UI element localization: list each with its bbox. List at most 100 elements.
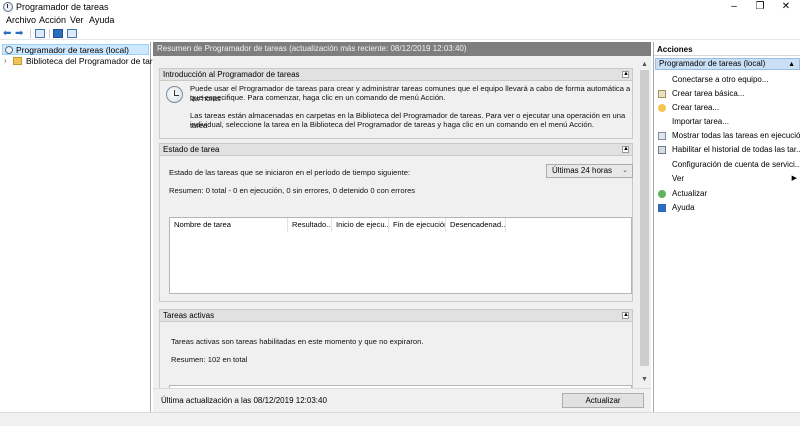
toolbar-separator: [49, 29, 50, 38]
refresh-icon: [658, 190, 666, 198]
collapse-icon[interactable]: ▲: [622, 312, 629, 319]
task-scheduler-app-icon: [3, 2, 13, 12]
status-summary: Resumen: 0 total - 0 en ejecución, 0 sin…: [169, 186, 416, 195]
task-status-section-header[interactable]: Estado de tarea ▲: [160, 144, 632, 156]
action-import-task[interactable]: Importar tarea...: [654, 115, 800, 128]
actions-group-title: Programador de tareas (local): [659, 59, 766, 68]
action-label: Crear tarea básica...: [672, 89, 745, 98]
period-label: Estado de las tareas que se iniciaron en…: [169, 168, 411, 177]
scroll-up-icon[interactable]: ▲: [641, 61, 648, 68]
action-enable-history[interactable]: Habilitar el historial de todas las tar.…: [654, 143, 800, 156]
window-title: Programador de tareas: [16, 2, 109, 12]
forward-arrow-icon[interactable]: ➡: [15, 28, 23, 39]
intro-text-line: individual, seleccione la tarea en la Bi…: [190, 120, 594, 129]
menu-ver[interactable]: Ver: [70, 15, 84, 25]
active-tasks-summary: Resumen: 102 en total: [171, 355, 248, 364]
help-toolbar-icon[interactable]: [53, 29, 63, 38]
actions-pane: Acciones Programador de tareas (local) ▲…: [653, 42, 800, 412]
period-dropdown[interactable]: Últimas 24 horas ⌄: [546, 164, 633, 178]
action-refresh[interactable]: Actualizar: [654, 187, 800, 200]
column-header-triggered-by[interactable]: Desencadenad...: [446, 218, 506, 232]
action-create-basic-task[interactable]: Crear tarea básica...: [654, 87, 800, 100]
show-hide-action-pane-icon[interactable]: [67, 29, 77, 38]
period-dropdown-value: Últimas 24 horas: [552, 166, 613, 175]
tree-item-task-scheduler-library[interactable]: › Biblioteca del Programador de tareas: [4, 56, 166, 67]
scroll-thumb[interactable]: [640, 70, 649, 366]
intro-section-title: Introducción al Programador de tareas: [163, 70, 300, 79]
back-arrow-icon[interactable]: ⬅: [3, 28, 11, 39]
summary-scrollbar[interactable]: ▲ ▼: [638, 56, 651, 388]
action-label: Importar tarea...: [672, 117, 729, 126]
menu-accion[interactable]: Acción: [39, 15, 66, 25]
submenu-arrow-icon: ▶: [791, 175, 797, 182]
close-button[interactable]: ✕: [773, 0, 799, 14]
clock-icon: [5, 46, 13, 54]
action-label: Crear tarea...: [672, 103, 720, 112]
active-tasks-section-body: Tareas activas son tareas habilitadas en…: [160, 322, 632, 388]
toolbar: ⬅ ➡: [0, 27, 800, 40]
collapse-icon[interactable]: ▲: [622, 71, 629, 78]
actions-heading: Acciones: [654, 44, 800, 56]
tree-item-label: Biblioteca del Programador de tareas: [26, 56, 167, 66]
menu-archivo[interactable]: Archivo: [6, 15, 36, 25]
action-show-running-tasks[interactable]: Mostrar todas las tareas en ejecución: [654, 129, 800, 142]
column-header-run-end[interactable]: Fin de ejecución: [389, 218, 446, 232]
task-status-section-title: Estado de tarea: [163, 145, 220, 154]
action-label: Mostrar todas las tareas en ejecución: [672, 131, 800, 140]
scheduler-clock-icon: [166, 86, 183, 103]
scroll-down-icon[interactable]: ▼: [641, 376, 648, 383]
active-tasks-section-header[interactable]: Tareas activas ▲: [160, 310, 632, 322]
status-bar: [0, 412, 800, 426]
title-bar: Programador de tareas – ❐ ✕: [0, 0, 800, 14]
create-task-icon: [658, 104, 666, 112]
restore-button[interactable]: ❐: [747, 0, 773, 14]
actions-group-header[interactable]: Programador de tareas (local) ▲: [655, 58, 800, 70]
action-label: Ver: [672, 174, 685, 183]
column-header-task-name[interactable]: Nombre de tarea: [170, 218, 288, 232]
last-update-text: Última actualización a las 08/12/2019 12…: [161, 396, 327, 405]
action-label: Configuración de cuenta de servici...: [672, 160, 800, 169]
summary-pane: Resumen de Programador de tareas (actual…: [153, 42, 651, 412]
active-tasks-description: Tareas activas son tareas habilitadas en…: [171, 337, 424, 346]
collapse-icon[interactable]: ▲: [622, 146, 629, 153]
summary-header: Resumen de Programador de tareas (actual…: [153, 42, 651, 56]
history-icon: [658, 146, 666, 154]
task-status-section-body: Estado de las tareas que se iniciaron en…: [160, 156, 633, 301]
folder-icon: [13, 57, 22, 65]
intro-section-header[interactable]: Introducción al Programador de tareas ▲: [160, 69, 632, 81]
column-header-result[interactable]: Resultado...: [288, 218, 332, 232]
active-tasks-section: Tareas activas ▲ Tareas activas son tare…: [159, 309, 633, 388]
collapse-icon[interactable]: ▲: [788, 60, 795, 70]
chevron-down-icon: ⌄: [622, 167, 628, 174]
menu-bar: Archivo Acción Ver Ayuda: [0, 14, 800, 26]
expand-chevron-icon[interactable]: ›: [4, 56, 7, 65]
intro-text-line: que especifique. Para comenzar, haga cli…: [190, 93, 446, 102]
console-tree: Programador de tareas (local) › Bibliote…: [0, 42, 166, 412]
action-label: Habilitar el historial de todas las tar.…: [672, 145, 800, 154]
tree-item-task-scheduler-local[interactable]: Programador de tareas (local): [2, 44, 149, 55]
task-status-section: Estado de tarea ▲ Estado de las tareas q…: [159, 143, 633, 302]
running-tasks-icon: [658, 132, 666, 140]
task-status-table[interactable]: Nombre de tarea Resultado... Inicio de e…: [169, 217, 632, 294]
show-hide-console-tree-icon[interactable]: [35, 29, 45, 38]
action-label: Conectarse a otro equipo...: [672, 75, 769, 84]
intro-section-body: Puede usar el Programador de tareas para…: [160, 81, 632, 138]
action-help[interactable]: Ayuda: [654, 201, 800, 214]
create-basic-task-icon: [658, 90, 666, 98]
action-label: Ayuda: [672, 203, 695, 212]
column-header-run-start[interactable]: Inicio de ejecu...: [332, 218, 389, 232]
toolbar-separator: [30, 29, 31, 38]
action-create-task[interactable]: Crear tarea...: [654, 101, 800, 114]
summary-footer: Última actualización a las 08/12/2019 12…: [153, 388, 651, 412]
action-view[interactable]: Ver ▶: [654, 172, 800, 185]
intro-section: Introducción al Programador de tareas ▲ …: [159, 68, 633, 139]
minimize-button[interactable]: –: [721, 0, 747, 14]
active-tasks-section-title: Tareas activas: [163, 311, 215, 320]
action-service-account-config[interactable]: Configuración de cuenta de servici...: [654, 158, 800, 171]
action-connect-to-computer[interactable]: Conectarse a otro equipo...: [654, 73, 800, 86]
action-label: Actualizar: [672, 189, 708, 198]
help-icon: [658, 204, 666, 212]
tree-item-label: Programador de tareas (local): [16, 45, 129, 55]
menu-ayuda[interactable]: Ayuda: [89, 15, 114, 25]
refresh-button[interactable]: Actualizar: [562, 393, 644, 408]
